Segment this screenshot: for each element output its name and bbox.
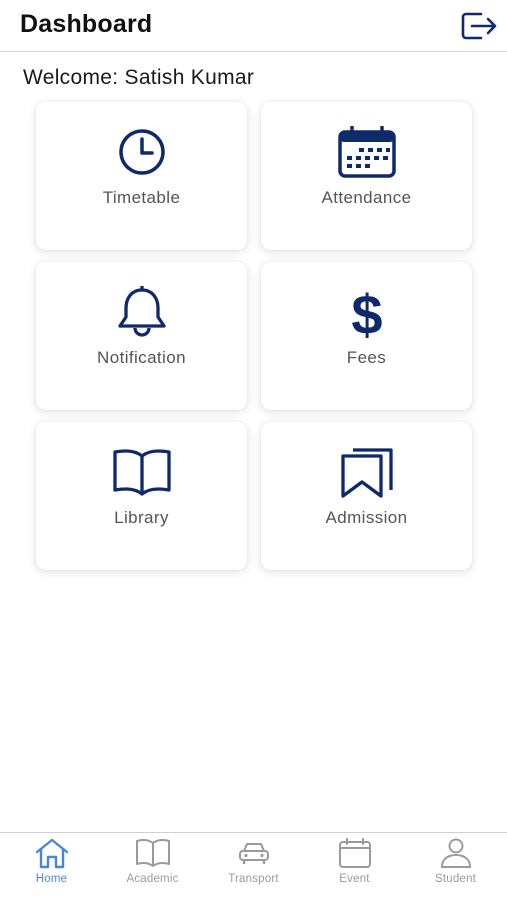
library-label: Library (114, 508, 169, 527)
tab-academic[interactable]: Academic (102, 833, 203, 900)
bookmarks-icon (340, 448, 393, 498)
attendance-label: Attendance (321, 188, 412, 207)
notification-label: Notification (97, 348, 186, 367)
svg-text:$: $ (351, 286, 382, 338)
tab-event[interactable]: Event (304, 833, 405, 900)
tab-event-label: Event (339, 873, 370, 885)
library-card[interactable]: Library (36, 422, 247, 570)
tab-student-label: Student (434, 873, 477, 885)
attendance-card[interactable]: Attendance (261, 102, 472, 250)
admission-card[interactable]: Admission (261, 422, 472, 570)
admission-label: Admission (325, 508, 408, 527)
calendar-icon (338, 838, 371, 868)
user-icon (440, 838, 471, 868)
bell-icon (117, 286, 166, 337)
timetable-card[interactable]: Timetable (36, 102, 247, 250)
book-icon (135, 838, 170, 867)
notification-card[interactable]: Notification (36, 262, 247, 410)
timetable-label: Timetable (102, 188, 181, 207)
fees-label: Fees (346, 348, 387, 367)
tab-academic-label: Academic (126, 873, 179, 885)
home-icon (35, 838, 68, 869)
tab-transport-label: Transport (228, 873, 279, 885)
tab-home[interactable]: Home (1, 833, 102, 900)
calendar-icon (337, 126, 396, 178)
tab-home-label: Home (35, 873, 68, 885)
fees-card[interactable]: $ Fees (261, 262, 472, 410)
page-title: Dashboard (20, 10, 153, 38)
logout-icon[interactable] (459, 10, 499, 42)
book-icon (112, 449, 171, 496)
welcome-text: Welcome: Satish Kumar (23, 66, 255, 89)
bottom-tab-bar: Home Academic Transport Event Student (0, 832, 507, 900)
tab-transport[interactable]: Transport (203, 833, 304, 900)
dollar-icon: $ (351, 286, 382, 338)
clock-icon (118, 129, 165, 175)
tab-student[interactable]: Student (405, 833, 506, 900)
car-icon (238, 843, 269, 864)
app-header: Dashboard (0, 0, 507, 52)
